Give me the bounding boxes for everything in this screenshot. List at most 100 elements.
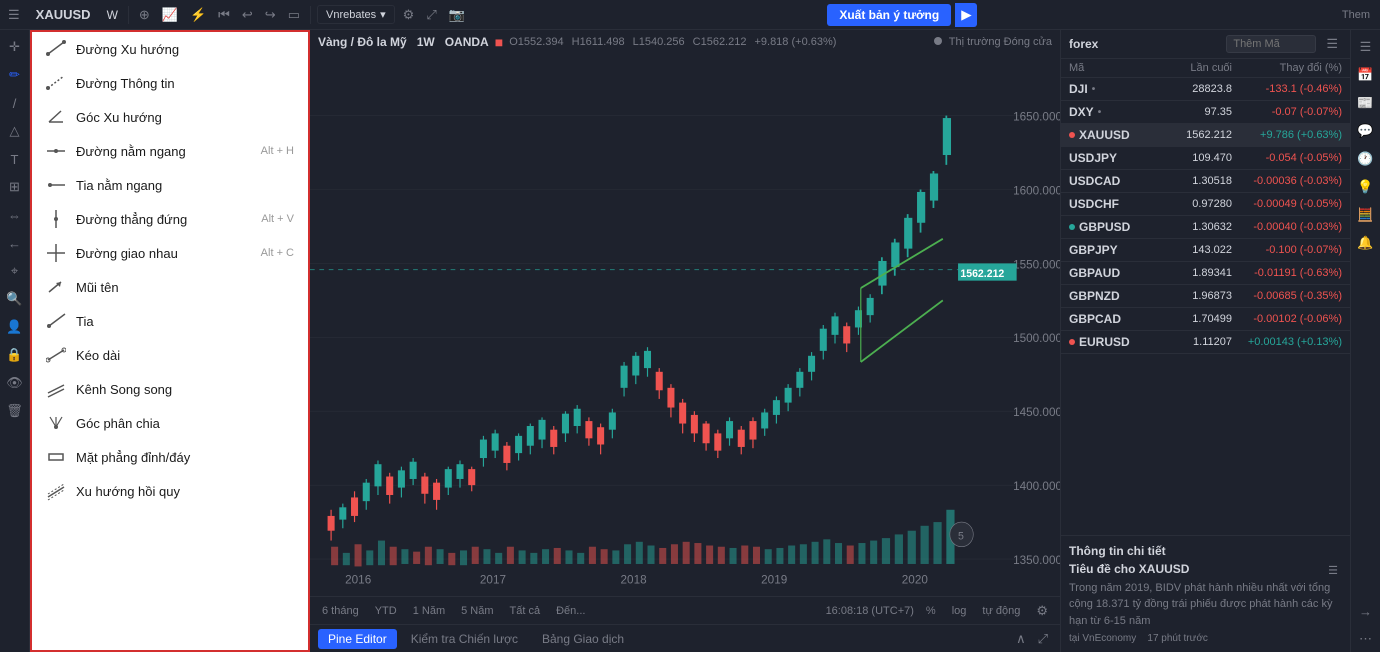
calculator-icon[interactable]: 🧮: [1353, 202, 1379, 228]
publish-play-icon[interactable]: ▶: [955, 3, 977, 27]
redo-icon[interactable]: ↪: [261, 5, 280, 25]
wl-row-gbpusd[interactable]: GBPUSD 1.30632 -0.00040 (-0.03%): [1061, 216, 1350, 239]
drawing-item-cross[interactable]: Đường giao nhau Alt + C: [32, 236, 308, 270]
indicator-icon[interactable]: 📈: [158, 5, 182, 25]
wl-row-usdjpy[interactable]: USDJPY 109.470 -0.054 (-0.05%): [1061, 147, 1350, 170]
settings-icon[interactable]: ⚙: [399, 5, 419, 25]
last-dji: 28823.8: [1162, 83, 1232, 95]
hray-label: Tia nằm ngang: [76, 178, 162, 193]
time-1year[interactable]: 1 Năm: [409, 603, 449, 619]
wl-row-usdchf[interactable]: USDCHF 0.97280 -0.00049 (-0.05%): [1061, 193, 1350, 216]
alert-icon[interactable]: ⚡: [186, 5, 210, 25]
expand-icon[interactable]: ⤢: [1034, 629, 1052, 649]
drawing-item-hray[interactable]: Tia nằm ngang: [32, 168, 308, 202]
detail-body-text: Trong năm 2019, BIDV phát hành nhiều nhấ…: [1069, 580, 1342, 630]
time-6month[interactable]: 6 tháng: [318, 603, 363, 619]
magnet-icon[interactable]: ⌖: [2, 258, 28, 284]
measure-icon[interactable]: ⇔: [2, 202, 28, 228]
chg-gbpnzd: -0.00685 (-0.35%): [1232, 290, 1342, 302]
drawing-item-ray[interactable]: Tia: [32, 304, 308, 338]
drawing-item-angle[interactable]: Góc Xu hướng: [32, 100, 308, 134]
percent-btn[interactable]: %: [922, 603, 940, 619]
watchlist-menu-icon[interactable]: ☰: [1322, 34, 1342, 54]
drawing-item-flat[interactable]: Mặt phẳng đỉnh/đáy: [32, 440, 308, 474]
arrow-right-icon[interactable]: →: [1353, 598, 1379, 624]
time-all[interactable]: Tất cả: [506, 603, 545, 619]
undo-icon[interactable]: ↩: [238, 5, 257, 25]
compare-icon[interactable]: ⊕: [135, 5, 154, 25]
news-icon[interactable]: 📰: [1353, 90, 1379, 116]
pattern-icon[interactable]: ⊞: [2, 174, 28, 200]
arrow-left-icon[interactable]: ←: [2, 230, 28, 256]
regression-label: Xu hướng hồi quy: [76, 484, 180, 499]
calendar-icon[interactable]: 📅: [1353, 62, 1379, 88]
notification-icon[interactable]: 🔔: [1353, 230, 1379, 256]
watchlist-icon[interactable]: ☰: [1353, 34, 1379, 60]
log-btn[interactable]: log: [948, 603, 971, 619]
bottom-tabs-bar: Pine Editor Kiểm tra Chiến lược Bảng Gia…: [310, 624, 1060, 652]
wl-row-xauusd[interactable]: XAUUSD 1562.212 +9.786 (+0.63%): [1061, 124, 1350, 147]
drawing-item-extend[interactable]: Kéo dài: [32, 338, 308, 372]
time-ytd[interactable]: YTD: [371, 603, 401, 619]
detail-menu-icon[interactable]: ☰: [1324, 562, 1342, 579]
draw-icon[interactable]: ✏: [2, 62, 28, 88]
menu-icon[interactable]: ☰: [4, 5, 24, 25]
wl-row-eurusd[interactable]: EURUSD 1.11207 +0.00143 (+0.13%): [1061, 331, 1350, 354]
wl-row-gbpcad[interactable]: GBPCAD 1.70499 -0.00102 (-0.06%): [1061, 308, 1350, 331]
candle-color-dot: ■: [495, 34, 503, 50]
wl-row-gbpaud[interactable]: GBPAUD 1.89341 -0.01191 (-0.63%): [1061, 262, 1350, 285]
last-xauusd: 1562.212: [1162, 129, 1232, 141]
wl-row-dxy[interactable]: DXY • 97.35 -0.07 (-0.07%): [1061, 101, 1350, 124]
wl-row-dji[interactable]: DJI • 28823.8 -133.1 (-0.46%): [1061, 78, 1350, 101]
auto-btn[interactable]: tự động: [978, 603, 1024, 619]
drawing-item-trend[interactable]: Đường Xu hướng: [32, 32, 308, 66]
drawing-item-hline[interactable]: Đường nằm ngang Alt + H: [32, 134, 308, 168]
time-5year[interactable]: 5 Năm: [457, 603, 497, 619]
theme-button[interactable]: Them: [1336, 7, 1376, 23]
zoom-icon[interactable]: 🔍: [2, 286, 28, 312]
drawing-item-regression[interactable]: Xu hướng hồi quy: [32, 474, 308, 508]
clock-icon[interactable]: 🕐: [1353, 146, 1379, 172]
chart-canvas[interactable]: 1650.000 1600.000 1550.000 1500.000 1450…: [310, 54, 1060, 596]
trash-icon[interactable]: 🗑: [2, 398, 28, 424]
person-icon[interactable]: 👤: [2, 314, 28, 340]
drawing-item-fork[interactable]: Góc phân chia: [32, 406, 308, 440]
search-input[interactable]: [1226, 35, 1316, 53]
wl-row-gbpjpy[interactable]: GBPJPY 143.022 -0.100 (-0.07%): [1061, 239, 1350, 262]
layout-icon[interactable]: ▭: [284, 5, 304, 25]
tab-pine-editor[interactable]: Pine Editor: [318, 629, 397, 649]
chat-icon[interactable]: 💬: [1353, 118, 1379, 144]
bulb-icon[interactable]: 💡: [1353, 174, 1379, 200]
replay-icon[interactable]: ⏮: [214, 5, 234, 25]
chart-header: Vàng / Đô la Mỹ 1W OANDA ■ O1552.394 H16…: [310, 30, 1060, 54]
line-icon[interactable]: /: [2, 90, 28, 116]
settings-small-icon[interactable]: ⚙: [1032, 601, 1052, 621]
publish-button[interactable]: Xuất bản ý tưởng: [827, 4, 951, 26]
drawing-item-vline[interactable]: Đường thẳng đứng Alt + V: [32, 202, 308, 236]
arrow-icon: [46, 277, 66, 297]
dots-icon[interactable]: ⋯: [1353, 626, 1379, 652]
camera-icon[interactable]: 📷: [445, 5, 469, 25]
tab-strategy-tester[interactable]: Kiểm tra Chiến lược: [401, 629, 528, 649]
fullscreen-icon[interactable]: ⤢: [422, 5, 440, 25]
wl-row-gbpnzd[interactable]: GBPNZD 1.96873 -0.00685 (-0.35%): [1061, 285, 1350, 308]
time-goto[interactable]: Đến...: [552, 603, 589, 619]
collapse-icon[interactable]: ∧: [1012, 629, 1030, 649]
shapes-icon[interactable]: △: [2, 118, 28, 144]
tab-trade-panel[interactable]: Bảng Giao dịch: [532, 629, 634, 649]
flat-label: Mặt phẳng đỉnh/đáy: [76, 450, 190, 465]
ray-label: Tia: [76, 314, 94, 329]
eye-icon[interactable]: 👁: [2, 370, 28, 396]
vnrebates-button[interactable]: Vnrebates ▾: [317, 5, 395, 24]
wl-row-usdcad[interactable]: USDCAD 1.30518 -0.00036 (-0.03%): [1061, 170, 1350, 193]
vline-icon: [46, 209, 66, 229]
lock-icon[interactable]: 🔒: [2, 342, 28, 368]
text-icon[interactable]: T: [2, 146, 28, 172]
drawing-item-info[interactable]: Đường Thông tin: [32, 66, 308, 100]
svg-text:5: 5: [958, 530, 964, 542]
drawing-item-arrow[interactable]: Mũi tên: [32, 270, 308, 304]
sep1: [128, 6, 129, 24]
drawing-item-parallel[interactable]: Kênh Song song: [32, 372, 308, 406]
fork-icon: [46, 413, 66, 433]
cursor-icon[interactable]: ✛: [2, 34, 28, 60]
